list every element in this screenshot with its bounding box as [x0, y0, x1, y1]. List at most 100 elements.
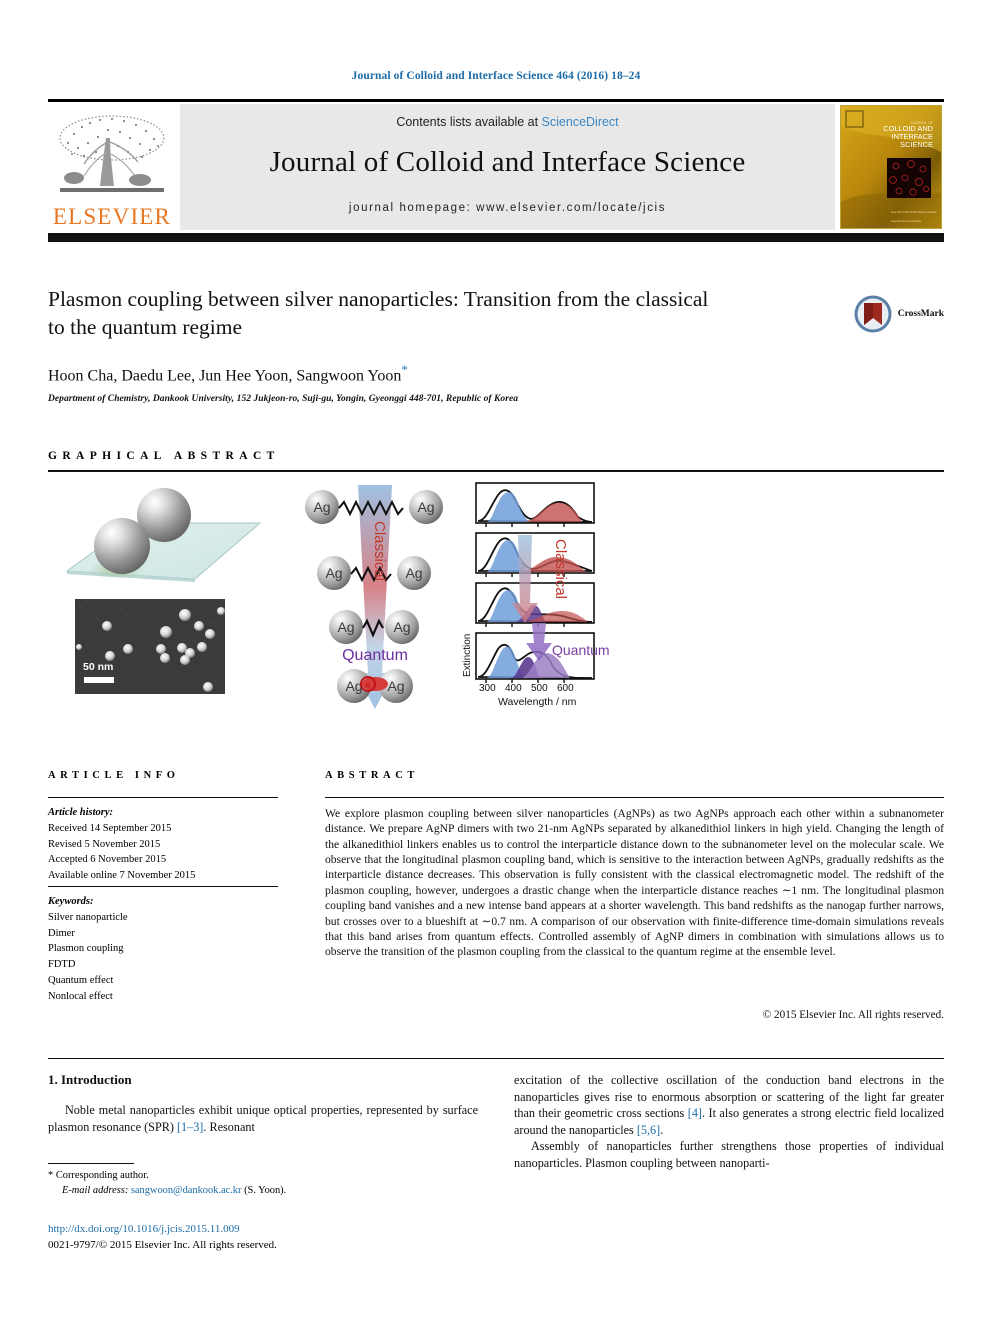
keyword-item: FDTD — [48, 959, 76, 970]
citation-ref[interactable]: [1–3] — [177, 1120, 203, 1134]
elsevier-tree-icon — [59, 114, 165, 192]
email-link[interactable]: sangwoon@dankook.ac.kr — [131, 1185, 242, 1196]
article-history-label: Article history: — [48, 807, 114, 818]
keyword-item: Nonlocal effect — [48, 990, 113, 1002]
affiliation: Department of Chemistry, Dankook Univers… — [48, 394, 519, 405]
svg-text:Now Part of the Global Partner: Now Part of the Global Partner Network — [891, 210, 937, 214]
corresponding-author-note: * Corresponding author. — [48, 1168, 478, 1183]
masthead-banner: Contents lists available at ScienceDirec… — [180, 103, 835, 230]
sciencedirect-link[interactable]: ScienceDirect — [542, 115, 619, 129]
copyright-line: © 2015 Elsevier Inc. All rights reserved… — [762, 1009, 944, 1021]
masthead-bottom-rule — [48, 232, 944, 242]
electron-label: e — [365, 680, 370, 690]
ag-label: Ag — [337, 619, 354, 635]
xtick-500: 500 — [531, 683, 548, 694]
journal-title: Journal of Colloid and Interface Science — [269, 145, 746, 178]
keyword-item: Quantum effect — [48, 974, 114, 986]
keywords-label: Keywords: — [48, 896, 94, 907]
journal-article-page: Journal of Colloid and Interface Science… — [0, 0, 992, 1323]
abstract-rule — [325, 797, 944, 799]
svg-text:www.elsevier.com/locate/jcis: www.elsevier.com/locate/jcis — [891, 220, 922, 223]
graphical-abstract-heading: GRAPHICAL ABSTRACT — [48, 450, 280, 462]
graphical-abstract-rule — [48, 470, 944, 472]
elsevier-logo: ELSEVIER — [48, 104, 176, 230]
article-history: Article history: Received 14 September 2… — [48, 805, 283, 884]
footnote-block: * Corresponding author. E-mail address: … — [48, 1168, 478, 1198]
ag-label: Ag — [313, 499, 330, 515]
doi-block: http://dx.doi.org/10.1016/j.jcis.2015.11… — [48, 1222, 478, 1254]
issn-copyright: 0021-9797/© 2015 Elsevier Inc. All right… — [48, 1238, 277, 1251]
graphical-abstract-figure: 50 nm Ag Ag Ag Ag Ag Ag Ag Ag e Classica… — [48, 475, 944, 737]
spectra-panel-1 — [475, 482, 595, 527]
contents-available-line: Contents lists available at ScienceDirec… — [180, 104, 835, 129]
keyword-item: Plasmon coupling — [48, 943, 124, 955]
right-text-1c: . — [660, 1122, 664, 1137]
ag-label: Ag — [417, 499, 434, 515]
intro-text-tail: . Resonant — [203, 1119, 255, 1134]
intro-paragraph-left: Noble metal nanoparticles exhibit unique… — [48, 1102, 478, 1135]
ag-label: Ag — [393, 619, 410, 635]
cover-artwork-icon: JOURNAL OF COLLOID AND INTERFACE SCIENCE… — [841, 105, 941, 228]
corresponding-text: Corresponding author. — [55, 1170, 149, 1181]
classical-label: Classical — [552, 539, 569, 599]
abstract-heading: ABSTRACT — [325, 770, 419, 781]
crossmark-icon — [854, 295, 892, 333]
x-axis-label: Wavelength / nm — [498, 696, 577, 708]
contents-prefix: Contents lists available at — [396, 114, 542, 129]
tem-scale-label: 50 nm — [83, 661, 114, 673]
citation-ref[interactable]: [4] — [688, 1106, 702, 1120]
masthead-top-rule — [48, 99, 944, 102]
running-head: Journal of Colloid and Interface Science… — [351, 70, 641, 82]
elsevier-wordmark: ELSEVIER — [52, 203, 172, 229]
quantum-arrow-label: Quantum — [342, 647, 408, 664]
author-list: Hoon Cha, Daedu Lee, Jun Hee Yoon, Sangw… — [48, 362, 944, 385]
classical-quantum-scheme: Ag Ag Ag Ag Ag Ag Ag Ag e Classical Quan… — [305, 485, 443, 709]
corresponding-marker: * — [48, 1170, 54, 1181]
article-header: Plasmon coupling between silver nanopart… — [48, 286, 944, 404]
history-item: Revised 5 November 2015 — [48, 838, 161, 850]
xtick-600: 600 — [557, 683, 574, 694]
xtick-400: 400 — [505, 683, 522, 694]
body-column-right: excitation of the collective oscillation… — [514, 1072, 944, 1172]
email-suffix: (S. Yoon). — [244, 1185, 287, 1197]
tem-micrograph: 50 nm — [75, 599, 225, 694]
cover-image: JOURNAL OF COLLOID AND INTERFACE SCIENCE… — [840, 104, 942, 229]
journal-homepage[interactable]: journal homepage: www.elsevier.com/locat… — [180, 202, 835, 214]
history-item: Received 14 September 2015 — [48, 822, 172, 834]
citation-ref[interactable]: [5,6] — [637, 1123, 660, 1137]
intro-text: Noble metal nanoparticles exhibit unique… — [48, 1103, 478, 1134]
keywords-list: Keywords: Silver nanoparticle Dimer Plas… — [48, 894, 283, 1004]
page-title: Plasmon coupling between silver nanopart… — [48, 287, 709, 339]
keyword-item: Silver nanoparticle — [48, 911, 128, 923]
y-axis-label: Extinction — [462, 634, 473, 677]
footnote-rule — [48, 1163, 134, 1165]
xtick-300: 300 — [479, 683, 496, 694]
ag-label: Ag — [405, 565, 422, 581]
dimer-on-substrate-illustration — [65, 488, 262, 582]
quantum-label: Quantum — [552, 642, 610, 658]
section-title-introduction: 1. Introduction — [48, 1072, 132, 1087]
doi-link[interactable]: http://dx.doi.org/10.1016/j.jcis.2015.11… — [48, 1222, 478, 1238]
keyword-item: Dimer — [48, 927, 75, 939]
article-info-heading: ARTICLE INFO — [48, 770, 180, 781]
classical-arrow-label: Classical — [371, 521, 388, 581]
intro-paragraph-right-2: Assembly of nanoparticles further streng… — [514, 1139, 944, 1170]
abstract-text: We explore plasmon coupling between silv… — [325, 807, 944, 959]
keywords-rule — [48, 886, 278, 888]
ag-label: Ag — [325, 565, 342, 581]
ag-label: Ag — [345, 678, 362, 694]
masthead: ELSEVIER Contents lists available at Sci… — [48, 99, 944, 242]
svg-text:SCIENCE: SCIENCE — [900, 140, 933, 149]
article-info-rule — [48, 797, 278, 799]
email-note: E-mail address: sangwoon@dankook.ac.kr (… — [48, 1183, 478, 1198]
email-label: E-mail address: — [62, 1185, 129, 1197]
body-column-left: 1. Introduction Noble metal nanoparticle… — [48, 1072, 478, 1135]
corresponding-author-marker: * — [401, 362, 408, 378]
author-names: Hoon Cha, Daedu Lee, Jun Hee Yoon, Sangw… — [48, 367, 402, 385]
body-separator-rule — [48, 1058, 944, 1060]
journal-cover-thumbnail: JOURNAL OF COLLOID AND INTERFACE SCIENCE… — [840, 104, 944, 230]
crossmark-label: CrossMark — [897, 309, 944, 319]
extinction-spectra-panels: Classical Quantum 300 400 500 600 Wavele… — [462, 482, 610, 708]
ag-label: Ag — [387, 678, 404, 694]
crossmark-badge[interactable]: CrossMark — [853, 294, 944, 334]
